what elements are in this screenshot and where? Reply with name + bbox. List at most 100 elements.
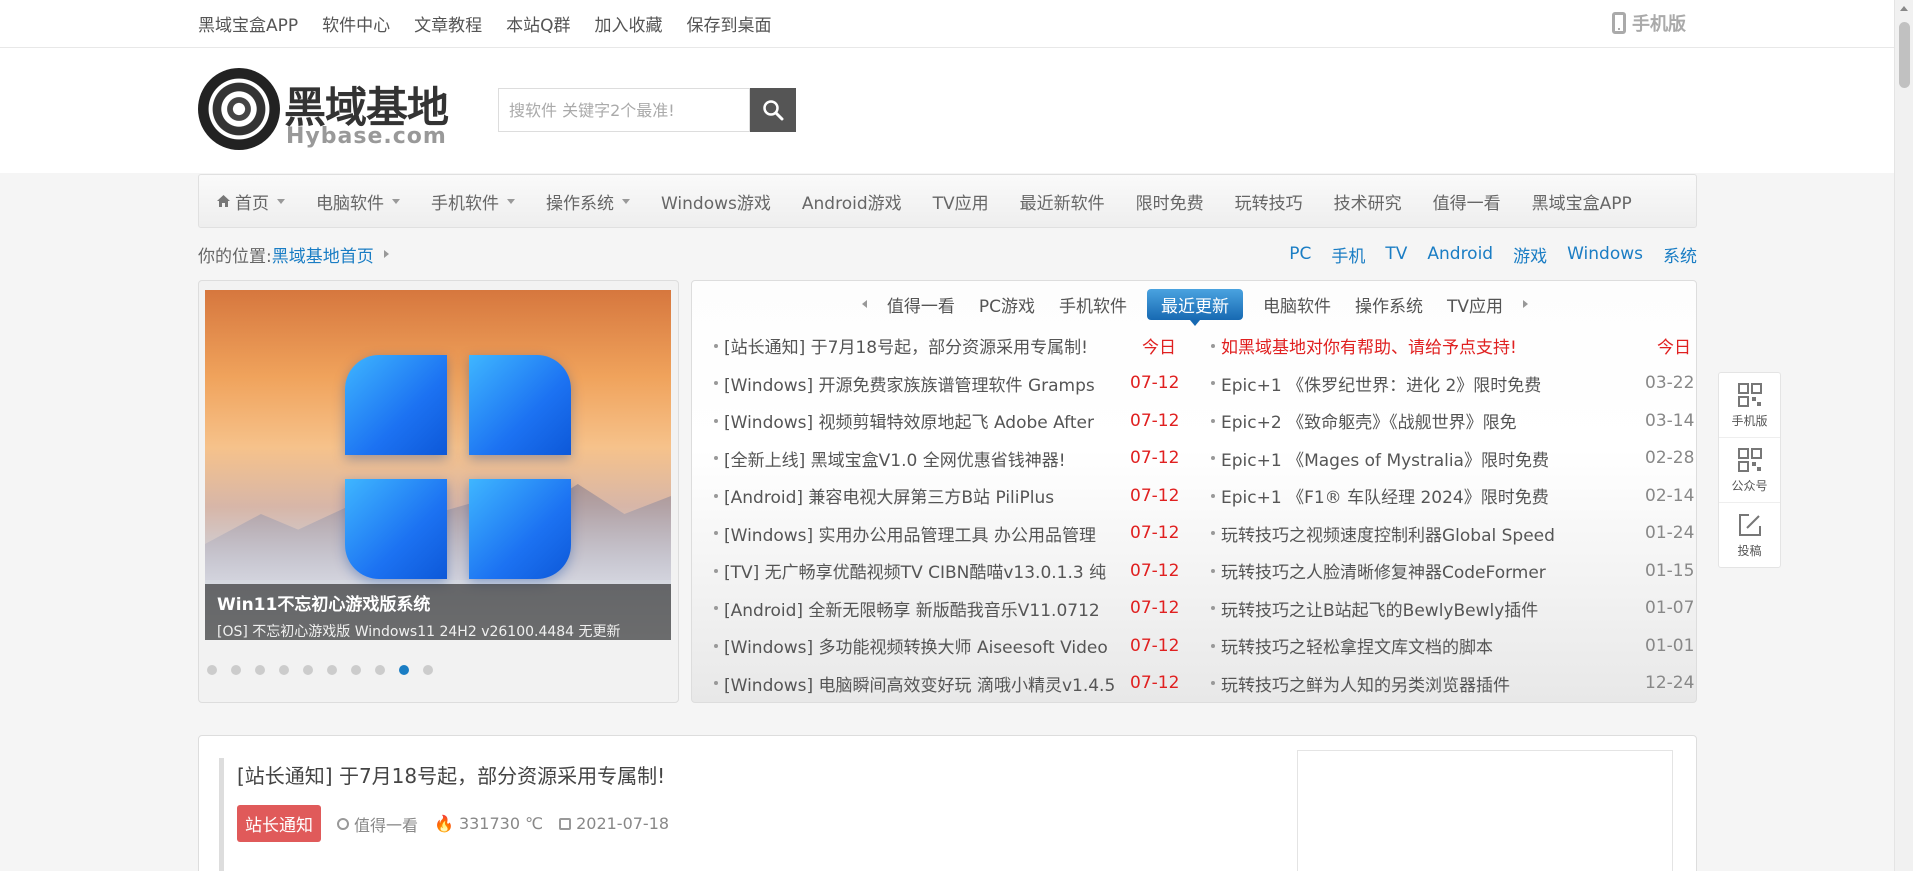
nav-item-mobile-software[interactable]: 手机软件 (431, 189, 515, 214)
list-item[interactable]: Epic+1 《Mages of Mystralia》限时免费 02-28 (1211, 440, 1694, 478)
float-wechat[interactable]: 公众号 (1719, 438, 1780, 503)
quick-tag-games[interactable]: 游戏 (1513, 242, 1547, 267)
bullet-icon (1211, 381, 1215, 386)
top-link-app[interactable]: 黑域宝盒APP (198, 11, 298, 36)
tab-prev-icon[interactable] (861, 300, 867, 308)
scrollbar-thumb[interactable] (1899, 22, 1910, 88)
nav-item-free[interactable]: 限时免费 (1136, 189, 1204, 214)
tab-tv-apps[interactable]: TV应用 (1443, 288, 1507, 321)
list-item[interactable]: Epic+1 《F1® 车队经理 2024》限时免费 02-14 (1211, 477, 1694, 515)
nav-item-windows-games[interactable]: Windows游戏 (661, 189, 771, 214)
list-item[interactable]: 玩转技巧之轻松拿捏文库文档的脚本 01-01 (1211, 627, 1695, 665)
slider-dot[interactable] (231, 665, 241, 675)
quick-tag-mobile[interactable]: 手机 (1331, 242, 1365, 267)
bullet-icon (714, 418, 718, 423)
slider-dot[interactable] (303, 665, 313, 675)
scroll-up-icon[interactable] (1900, 6, 1908, 11)
nav-item-pc-software[interactable]: 电脑软件 (316, 189, 400, 214)
tab-next-icon[interactable] (1523, 300, 1529, 308)
list-item[interactable]: Epic+2 《致命躯壳》《战舰世界》限免 03-14 (1211, 402, 1694, 440)
float-mobile-version[interactable]: 手机版 (1719, 373, 1780, 438)
nav-item-label: 最近新软件 (1019, 193, 1105, 214)
news-date: 07-12 (1130, 410, 1180, 431)
list-item[interactable]: [TV] 无广畅享优酷视频TV CIBN酷喵v13.0.1.3 纯 07-12 (714, 552, 1179, 590)
slide-title[interactable]: Win11不忘初心游戏版系统 (217, 590, 659, 615)
slider-dot[interactable] (375, 665, 385, 675)
slider-dot[interactable] (423, 665, 433, 675)
nav-item-label: Windows游戏 (661, 193, 771, 214)
search-button[interactable] (750, 88, 796, 132)
nav-item-research[interactable]: 技术研究 (1334, 189, 1402, 214)
top-link-articles[interactable]: 文章教程 (414, 11, 482, 36)
mobile-version-link[interactable]: 手机版 (1612, 10, 1686, 36)
news-date: 01-01 (1645, 635, 1695, 656)
list-item[interactable]: [Windows] 多功能视频转换大师 Aiseesoft Video 07-12 (714, 627, 1180, 665)
slider-dot[interactable] (351, 665, 361, 675)
tab-worth-seeing[interactable]: 值得一看 (883, 288, 959, 321)
news-date: 07-12 (1130, 635, 1180, 656)
list-item[interactable]: 玩转技巧之人脸清晰修复神器CodeFormer 01-15 (1211, 552, 1694, 590)
nav-item-label: 技术研究 (1333, 193, 1402, 214)
list-item[interactable]: [站长通知] 于7月18号起，部分资源采用专属制! 今日 (714, 327, 1176, 365)
slider-dot[interactable] (279, 665, 289, 675)
article-title[interactable]: [站长通知] 于7月18号起，部分资源采用专属制! (237, 760, 665, 789)
scrollbar[interactable] (1894, 0, 1913, 871)
top-link-software[interactable]: 软件中心 (322, 11, 390, 36)
article-date-value: 2021-07-18 (576, 814, 670, 833)
top-link-qq-group[interactable]: 本站Q群 (506, 11, 570, 36)
nav-item-tv-apps[interactable]: TV应用 (933, 189, 989, 214)
list-item[interactable]: 如黑域基地对你有帮助、请给予点支持! 今日 (1211, 327, 1691, 365)
quick-tag-windows[interactable]: Windows (1567, 244, 1643, 264)
slide-image[interactable]: Win11不忘初心游戏版系统 [OS] 不忘初心游戏版 Windows11 24… (205, 290, 671, 640)
tab-mobile-software[interactable]: 手机软件 (1055, 288, 1131, 321)
nav-item-tips[interactable]: 玩转技巧 (1235, 189, 1303, 214)
list-item[interactable]: [Windows] 视频剪辑特效原地起飞 Adobe After 07-12 (714, 402, 1180, 440)
list-item[interactable]: 玩转技巧之鲜为人知的另类浏览器插件 12-24 (1211, 665, 1694, 703)
nav-item-os[interactable]: 操作系统 (546, 189, 630, 214)
list-item[interactable]: 玩转技巧之视频速度控制利器Global Speed 01-24 (1211, 515, 1694, 553)
tab-pc-software[interactable]: 电脑软件 (1259, 288, 1335, 321)
edit-icon (1738, 514, 1761, 536)
float-submit[interactable]: 投稿 (1719, 503, 1780, 568)
breadcrumb-home-link[interactable]: 黑域基地首页 (272, 242, 374, 267)
list-item[interactable]: [全新上线] 黑域宝盒V1.0 全网优惠省钱神器! 07-12 (714, 440, 1179, 478)
tab-os[interactable]: 操作系统 (1351, 288, 1427, 321)
list-item[interactable]: [Android] 兼容电视大屏第三方B站 PiliPlus 07-12 (714, 477, 1179, 515)
slider-dot[interactable] (255, 665, 265, 675)
nav-item-latest[interactable]: 最近新软件 (1020, 189, 1105, 214)
nav-item-app[interactable]: 黑域宝盒APP (1532, 189, 1632, 214)
news-date: 07-12 (1130, 373, 1180, 394)
news-title: Epic+1 《F1® 车队经理 2024》限时免费 (1221, 488, 1549, 509)
quick-tag-android[interactable]: Android (1427, 244, 1493, 264)
top-link-favorite[interactable]: 加入收藏 (595, 11, 663, 36)
search-input[interactable] (498, 88, 750, 132)
nav-item-home[interactable]: 首页 (217, 189, 285, 214)
site-header: 黑域基地 Hybase.com (0, 48, 1894, 173)
nav-item-label: 手机软件 (431, 193, 499, 214)
slider-dot[interactable] (327, 665, 337, 675)
slider-dot[interactable] (207, 665, 217, 675)
float-label: 手机版 (1731, 413, 1768, 428)
list-item[interactable]: [Windows] 开源免费家族族谱管理软件 Gramps 07-12 (714, 365, 1180, 403)
nav-item-label: 值得一看 (1432, 193, 1501, 214)
list-item[interactable]: [Windows] 电脑瞬间高效变好玩 滴哦小精灵v1.4.5 07-12 (714, 665, 1179, 703)
news-title: [Windows] 电脑瞬间高效变好玩 滴哦小精灵v1.4.5 (724, 675, 1116, 696)
site-logo[interactable]: 黑域基地 Hybase.com (198, 68, 450, 150)
list-item[interactable]: 玩转技巧之让B站起飞的BewlyBewly插件 01-07 (1211, 590, 1694, 628)
top-link-desktop[interactable]: 保存到桌面 (687, 11, 772, 36)
tab-recent-updates[interactable]: 最近更新 (1147, 288, 1244, 326)
list-item[interactable]: [Windows] 实用办公用品管理工具 办公用品管理 07-12 (714, 515, 1179, 553)
tab-pc-games[interactable]: PC游戏 (975, 288, 1039, 321)
nav-item-worth-seeing[interactable]: 值得一看 (1433, 189, 1501, 214)
quick-tag-system[interactable]: 系统 (1663, 242, 1697, 267)
news-title: [Windows] 多功能视频转换大师 Aiseesoft Video (724, 638, 1108, 659)
nav-item-android-games[interactable]: Android游戏 (802, 189, 902, 214)
slider-dot-active[interactable] (399, 665, 409, 675)
quick-tag-pc[interactable]: PC (1289, 244, 1311, 264)
quick-tag-tv[interactable]: TV (1385, 244, 1407, 264)
list-item[interactable]: Epic+1 《侏罗纪世界：进化 2》限时免费 03-22 (1211, 365, 1694, 403)
list-item[interactable]: [Android] 全新无限畅享 新版酷我音乐V11.0712 07-12 (714, 590, 1179, 628)
article-category-badge[interactable]: 站长通知 (237, 805, 321, 842)
article-category[interactable]: 值得一看 (337, 812, 418, 836)
windows-logo-icon (345, 355, 575, 583)
